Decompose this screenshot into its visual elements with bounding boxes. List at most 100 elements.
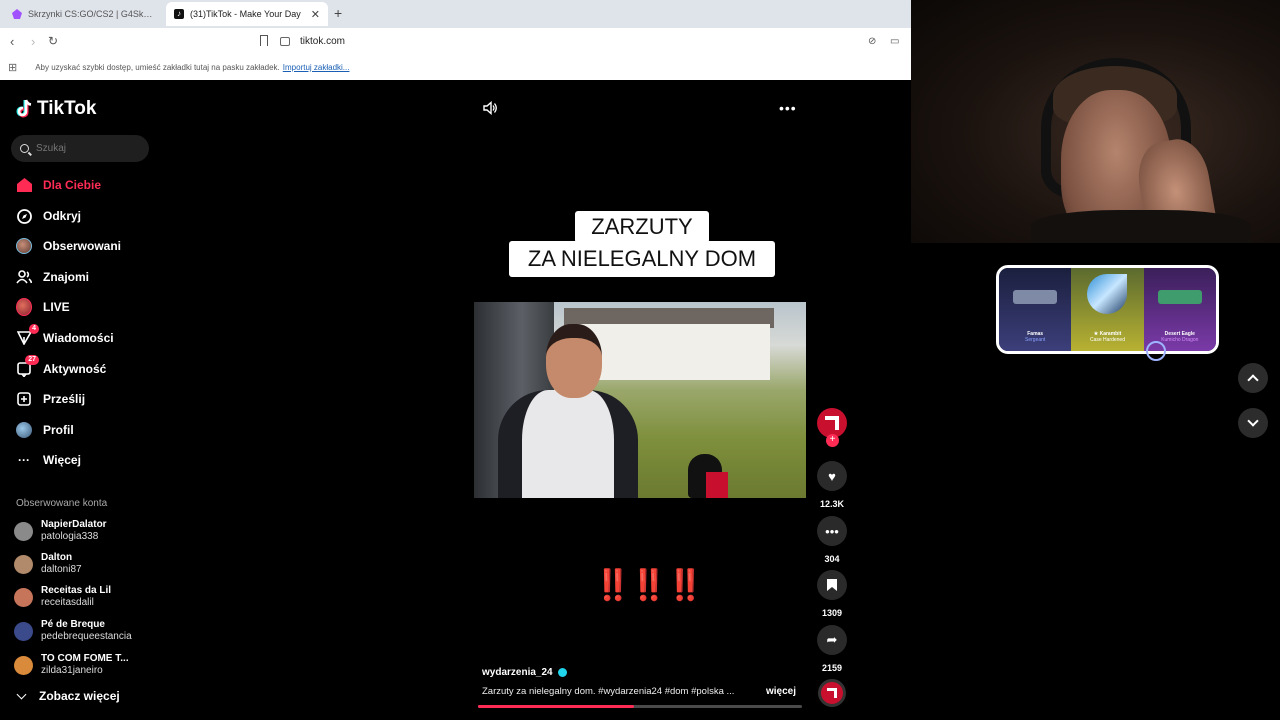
webcam-shirt xyxy=(1031,210,1251,243)
followed-account[interactable]: Dalton daltoni87 xyxy=(14,550,82,578)
widget-ring-icon xyxy=(1146,341,1166,361)
profile-avatar-icon xyxy=(16,422,32,438)
video-author[interactable]: wydarzenia_24 xyxy=(482,667,567,678)
video-person-body xyxy=(498,390,638,498)
more-icon: ··· xyxy=(18,453,30,467)
followed-account[interactable]: NapierDalator patologia338 xyxy=(14,517,107,545)
avatar xyxy=(14,587,33,607)
like-count: 12.3K xyxy=(819,499,845,509)
share-icon[interactable]: ➦ xyxy=(817,625,847,655)
back-icon[interactable]: ‹ xyxy=(10,34,14,49)
followed-account[interactable]: TO COM FOME T... zilda31janeiro xyxy=(14,651,129,679)
sidebar-item-label: Wiadomości xyxy=(43,331,114,345)
account-name: NapierDalator xyxy=(41,519,107,530)
desert-eagle-icon xyxy=(1157,290,1202,304)
search-icon xyxy=(20,144,29,153)
tab-tiktok[interactable]: ♪ (31)TikTok - Make Your Day ✕ xyxy=(166,2,328,26)
sidebar-item-live[interactable]: LIVE xyxy=(16,296,156,318)
verified-icon xyxy=(557,668,567,677)
sidebar-item-label: LIVE xyxy=(43,300,70,314)
reload-icon[interactable]: ↻ xyxy=(48,34,58,48)
case-skins-widget: Famas Sergeant ★ Karambit Case Hardened … xyxy=(996,265,1219,354)
sidebar-item-upload[interactable]: Prześlij xyxy=(16,388,156,410)
channel-logo-icon xyxy=(825,416,839,430)
tiktok-page: TikTok Dla Ciebie Odkryj Obserwowani xyxy=(0,80,911,720)
message-icon: 4 xyxy=(16,324,39,346)
video-microphone-cover xyxy=(706,472,728,498)
account-name: Dalton xyxy=(41,552,73,563)
tiktok-logo[interactable]: TikTok xyxy=(16,98,96,120)
follow-plus-icon[interactable]: + xyxy=(826,434,839,447)
sidebar-item-for-you[interactable]: Dla Ciebie xyxy=(16,174,156,196)
followed-account[interactable]: Receitas da Lil receitasdalil xyxy=(14,583,111,611)
like-action[interactable]: ♥ 12.3K xyxy=(817,461,847,509)
sidebar-item-explore[interactable]: Odkryj xyxy=(16,205,156,227)
sidebar-item-messages[interactable]: 4 Wiadomości xyxy=(16,324,156,349)
logo-text: TikTok xyxy=(37,98,97,119)
new-tab-icon[interactable]: + xyxy=(334,5,342,21)
exclamation-text: ‼️‼️‼️ xyxy=(594,569,704,602)
avatar xyxy=(14,521,33,541)
video-person-head xyxy=(546,324,602,398)
description-more-button[interactable]: więcej xyxy=(766,686,796,697)
video-caption-line2: ZA NIELEGALNY DOM xyxy=(509,241,775,277)
home-icon xyxy=(16,177,32,193)
sound-disc-avatar[interactable] xyxy=(818,679,846,707)
sidebar-item-label: Odkryj xyxy=(43,209,82,223)
tiktok-note-icon xyxy=(16,99,32,118)
followed-account[interactable]: Pé de Breque pedebrequeestancia xyxy=(14,617,132,645)
see-more-button[interactable]: Zobacz więcej xyxy=(16,689,120,703)
previous-video-button[interactable] xyxy=(1238,363,1268,393)
comment-count: 304 xyxy=(824,554,840,564)
video-progress-bar[interactable] xyxy=(478,705,802,708)
url-text: tiktok.com xyxy=(300,36,346,47)
address-bar-row: ‹ › ↻ tiktok.com ⊘ ▭ xyxy=(0,28,911,55)
sidebar-item-label: Znajomi xyxy=(43,270,90,284)
tab-title: Skrzynki CS:GO/CS2 | G4Skins Case o xyxy=(28,9,154,19)
webcam-overlay xyxy=(911,0,1280,243)
comment-action[interactable]: ••• 304 xyxy=(817,516,847,564)
comment-icon[interactable]: ••• xyxy=(817,516,847,546)
forward-icon[interactable]: › xyxy=(31,34,35,49)
avatar-icon xyxy=(16,238,32,254)
more-options-icon[interactable]: ••• xyxy=(779,100,797,116)
activity-badge: 27 xyxy=(25,355,39,365)
followed-accounts-header: Obserwowane konta xyxy=(16,498,108,509)
account-handle: daltoni87 xyxy=(41,564,82,575)
bookmarks-hint: Aby uzyskać szybki dostęp, umieść zakład… xyxy=(35,63,280,72)
heart-icon[interactable]: ♥ xyxy=(817,461,847,491)
bookmark-icon[interactable] xyxy=(260,35,268,46)
next-video-button[interactable] xyxy=(1238,408,1268,438)
famas-icon xyxy=(1013,290,1058,304)
save-action[interactable]: 1309 xyxy=(817,570,847,618)
sidebar-item-following[interactable]: Obserwowani xyxy=(16,235,156,257)
url-field[interactable]: tiktok.com xyxy=(280,32,840,51)
volume-icon[interactable] xyxy=(483,101,497,115)
apps-grid-icon[interactable]: ⊞ xyxy=(8,61,17,74)
import-bookmarks-link[interactable]: Importuj zakładki... xyxy=(283,63,350,72)
upload-icon xyxy=(16,391,32,407)
sidebar-item-profile[interactable]: Profil xyxy=(16,419,156,441)
sidebar-item-activity[interactable]: 27 Aktywność xyxy=(16,355,156,380)
no-tracking-icon[interactable]: ⊘ xyxy=(868,36,876,47)
tab-g4skins[interactable]: Skrzynki CS:GO/CS2 | G4Skins Case o xyxy=(4,2,162,26)
search-box[interactable] xyxy=(11,135,149,162)
video-player[interactable] xyxy=(474,302,806,498)
share-action[interactable]: ➦ 2159 xyxy=(817,625,847,673)
sidebar-item-friends[interactable]: Znajomi xyxy=(16,266,156,288)
close-tab-icon[interactable]: ✕ xyxy=(311,8,320,21)
search-input[interactable] xyxy=(36,143,136,154)
account-handle: patologia338 xyxy=(41,531,99,542)
sidebar-item-more[interactable]: ··· Więcej xyxy=(16,449,156,471)
bookmark-icon[interactable] xyxy=(817,570,847,600)
save-count: 1309 xyxy=(821,608,843,618)
cast-icon[interactable]: ▭ xyxy=(890,36,899,47)
tab-bar: Skrzynki CS:GO/CS2 | G4Skins Case o ♪ (3… xyxy=(0,0,911,28)
g4skins-favicon-icon xyxy=(12,9,22,19)
avatar xyxy=(14,655,33,675)
author-name: wydarzenia_24 xyxy=(482,667,553,678)
friends-icon xyxy=(16,269,32,285)
sidebar-item-label: Obserwowani xyxy=(43,239,122,253)
site-info-icon[interactable] xyxy=(280,37,290,46)
screen: Skrzynki CS:GO/CS2 | G4Skins Case o ♪ (3… xyxy=(0,0,1280,720)
